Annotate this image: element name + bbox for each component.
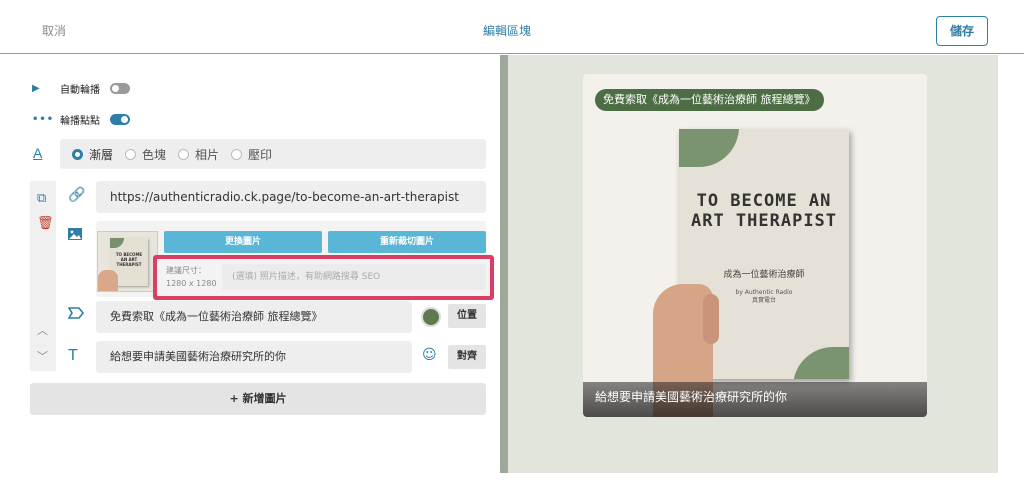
book-subtitle: 成為一位藝術治療師: [723, 270, 805, 280]
copy-icon[interactable]: ⧉: [37, 191, 46, 206]
size-hint-value: 1280 x 1280: [166, 279, 217, 288]
play-icon: ▶: [32, 83, 40, 94]
caption-style-selector: 漸層 色塊 相片 壓印: [60, 139, 486, 169]
radio-dot: [178, 148, 190, 160]
dots-toggle[interactable]: [110, 114, 130, 125]
text-style-icon: A: [33, 145, 43, 161]
radio-gradient[interactable]: 漸層: [72, 146, 113, 163]
preview-card: 免費索取《成為一位藝術治療師 旅程總覽》 TO BECOME AN ART TH…: [583, 74, 927, 417]
cancel-button[interactable]: 取消: [42, 22, 66, 39]
image-icon: [68, 228, 82, 244]
radio-color-block[interactable]: 色塊: [125, 146, 166, 163]
image-thumbnail: TO BECOME AN ART THERAPIST: [97, 231, 158, 292]
position-button[interactable]: 位置: [448, 304, 486, 328]
link-url-field[interactable]: https://authenticradio.ck.page/to-become…: [96, 181, 486, 213]
radio-dot: [72, 148, 83, 160]
trash-icon[interactable]: 🗑: [37, 216, 54, 231]
alt-text-input[interactable]: (選填) 照片描述，有助網路搜尋 SEO: [222, 264, 486, 290]
finger-image: [703, 294, 719, 344]
chevron-down-icon[interactable]: ﹀: [37, 348, 48, 364]
book-blob-bottom: [793, 347, 849, 379]
autoplay-row: ▶ 自動輪播: [32, 81, 130, 96]
size-hint: 建議尺寸： 1280 x 1280: [166, 264, 217, 290]
page-title: 編輯區塊: [483, 24, 532, 38]
align-button[interactable]: 對齊: [448, 345, 486, 369]
link-icon: 🔗: [68, 187, 86, 203]
thumbnail-blob: [110, 238, 124, 248]
replace-image-button[interactable]: 更換圖片: [164, 231, 322, 253]
radio-photo[interactable]: 相片: [178, 146, 219, 163]
tag-icon: [67, 307, 85, 323]
dots-label: 輪播點點: [60, 116, 100, 127]
autoplay-toggle[interactable]: [110, 83, 130, 94]
caption-text-field[interactable]: 給想要申請美國藝術治療研究所的你: [96, 341, 412, 373]
radio-dot: [231, 148, 243, 160]
radio-emboss[interactable]: 壓印: [231, 146, 272, 163]
radio-label: 色塊: [142, 147, 167, 162]
tag-icon-svg: [67, 307, 85, 319]
recrop-image-button[interactable]: 重新裁切圖片: [328, 231, 486, 253]
emoji-icon[interactable]: ☺: [422, 347, 437, 363]
toggle-knob: [121, 116, 128, 123]
preview-badge: 免費索取《成為一位藝術治療師 旅程總覽》: [595, 89, 824, 111]
autoplay-label: 自動輪播: [60, 85, 100, 96]
radio-label: 壓印: [248, 147, 273, 162]
book-title: TO BECOME AN ART THERAPIST: [690, 191, 838, 231]
book-blob-top: [679, 129, 739, 167]
toggle-knob: [112, 85, 119, 92]
badge-text-field[interactable]: 免費索取《成為一位藝術治療師 旅程總覽》: [96, 301, 412, 333]
add-image-button[interactable]: + 新增圖片: [30, 383, 486, 415]
radio-dot: [125, 148, 137, 160]
size-hint-label: 建議尺寸：: [166, 266, 206, 275]
dots-icon: •••: [32, 114, 55, 125]
save-button[interactable]: 儲存: [936, 16, 988, 46]
thumbnail-hand: [98, 270, 118, 291]
image-icon-svg: [68, 228, 82, 240]
dots-row: ••• 輪播點點: [32, 112, 130, 127]
chevron-up-icon[interactable]: ︿: [37, 322, 48, 338]
text-icon: T: [68, 347, 78, 364]
preview-caption: 給想要申請美國藝術治療研究所的你: [583, 382, 927, 417]
panel-divider[interactable]: [500, 55, 508, 473]
thumbnail-book-title: TO BECOME AN ART THERAPIST: [115, 252, 143, 267]
radio-label: 漸層: [89, 147, 114, 162]
alt-text-row: 建議尺寸： 1280 x 1280 (選填) 照片描述，有助網路搜尋 SEO: [153, 255, 494, 300]
editor-header: 取消 編輯區塊 儲存: [0, 0, 1024, 54]
radio-label: 相片: [195, 147, 220, 162]
badge-color-picker[interactable]: [421, 307, 441, 327]
slide-controls: [30, 181, 56, 371]
